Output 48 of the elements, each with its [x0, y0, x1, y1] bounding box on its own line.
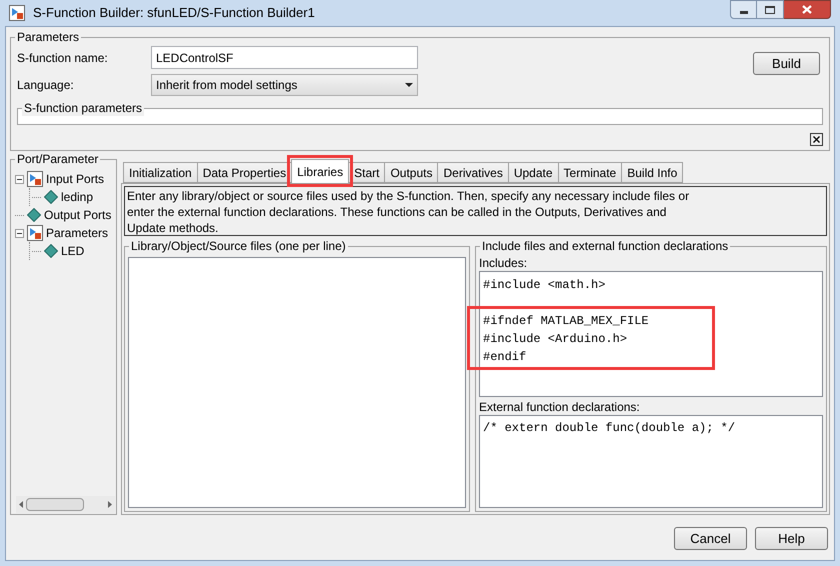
tree-item[interactable]: Parameters — [46, 224, 108, 242]
tab[interactable]: Build Info — [621, 162, 684, 183]
window-title: S-Function Builder: sfunLED/S-Function Builder1 — [33, 4, 315, 22]
code-line: #endif — [483, 349, 526, 366]
tab[interactable]: Data Properties — [196, 162, 292, 183]
tree-item[interactable]: ledinp — [61, 188, 94, 206]
scroll-left-icon[interactable] — [19, 501, 23, 508]
tree-item[interactable]: LED — [61, 242, 84, 260]
code-line: #ifndef MATLAB_MEX_FILE — [483, 313, 649, 330]
collapse-icon[interactable] — [15, 174, 24, 184]
close-icon[interactable] — [810, 133, 823, 146]
tree-item[interactable]: Output Ports — [44, 206, 112, 224]
external-declarations-field[interactable]: /* extern double func(double a); */ — [479, 415, 823, 508]
field-label: S-function name: — [17, 50, 109, 66]
build-button[interactable]: Build — [753, 52, 820, 75]
scroll-right-icon[interactable] — [108, 501, 112, 508]
dialog-button[interactable]: Cancel — [674, 527, 747, 550]
block-icon — [27, 225, 43, 241]
language-dropdown[interactable]: Inherit from model settings — [151, 74, 418, 96]
close-button[interactable] — [784, 0, 831, 19]
collapse-icon[interactable] — [15, 228, 24, 238]
includes-label: Includes: — [479, 255, 528, 271]
minimize-button[interactable] — [730, 0, 757, 19]
external-label: External function declarations: — [479, 399, 641, 415]
diamond-icon — [44, 190, 58, 204]
block-icon — [9, 5, 25, 21]
tab[interactable]: Initialization — [123, 162, 198, 183]
field-label: Language: — [17, 77, 75, 94]
group-title: Library/Object/Source files (one per line) — [129, 238, 348, 254]
diamond-icon — [44, 244, 58, 258]
close-icon — [802, 5, 812, 14]
description-text: Enter any library/object or source files used by the S-function. Then, specify any necessary include files or enter the external function declarations. These functions can be called in the Outputs, Derivatives and Update methods. — [124, 186, 827, 236]
includes-field[interactable]: #include <math.h> #ifndef MATLAB_MEX_FILE #include <Arduino.h> #endif — [479, 271, 823, 397]
name-field[interactable]: LEDControlSF — [151, 46, 418, 69]
group-title: S-function parameters — [22, 100, 144, 116]
block-icon — [27, 171, 43, 187]
diamond-icon — [27, 208, 41, 222]
tab[interactable]: Update — [508, 162, 559, 183]
tab[interactable]: Terminate — [558, 162, 622, 183]
tree-item[interactable]: Input Ports — [46, 170, 104, 188]
dialog-button[interactable]: Help — [755, 527, 828, 550]
maximize-button[interactable] — [757, 0, 784, 19]
caret-icon — [405, 83, 413, 87]
tab[interactable]: Derivatives — [437, 162, 509, 183]
code-line: #include <Arduino.h> — [483, 331, 628, 348]
tab[interactable]: Outputs — [384, 162, 438, 183]
horizontal-scrollbar[interactable] — [16, 496, 115, 513]
code-line: #include <math.h> — [483, 277, 606, 294]
